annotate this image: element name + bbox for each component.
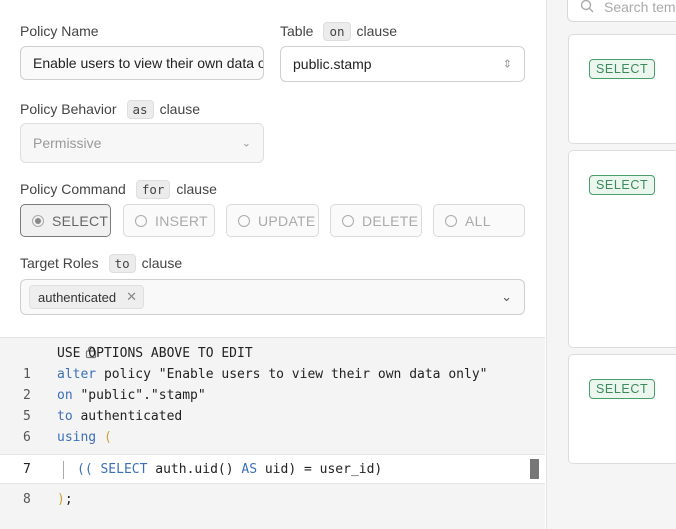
radio-icon bbox=[135, 214, 147, 227]
radio-icon bbox=[342, 214, 354, 227]
radio-icon bbox=[445, 214, 457, 227]
select-badge: SELECT bbox=[589, 59, 656, 79]
role-chip: authenticated ✕ bbox=[29, 285, 144, 309]
template-card[interactable]: SELECT bbox=[568, 34, 676, 144]
code-line: 6 using ( bbox=[23, 430, 112, 445]
behavior-label: Policy Behavior as clause bbox=[20, 99, 201, 119]
editor-notice: USE OPTIONS ABOVE TO EDIT bbox=[0, 343, 545, 364]
template-card[interactable]: SELECT bbox=[568, 354, 676, 464]
command-label: Policy Command for clause bbox=[20, 179, 217, 199]
chevron-up-down-icon: ⇕ bbox=[502, 58, 512, 71]
roles-label: Target Roles to clause bbox=[20, 253, 183, 273]
scrollbar-thumb[interactable] bbox=[530, 459, 539, 479]
policy-name-input[interactable]: Enable users to view their own data only bbox=[20, 46, 264, 80]
target-roles-select[interactable]: authenticated ✕ ⌄ bbox=[20, 279, 525, 315]
indent-guide bbox=[63, 461, 64, 479]
code-line: 2 on "public"."stamp" bbox=[23, 388, 206, 403]
radio-icon bbox=[238, 214, 250, 227]
as-keyword-badge: as bbox=[126, 99, 154, 119]
search-icon bbox=[580, 0, 594, 16]
policy-name-label: Policy Name bbox=[20, 23, 99, 39]
template-search-input[interactable]: Search templates bbox=[567, 0, 676, 22]
command-option-insert[interactable]: INSERT bbox=[123, 204, 215, 237]
to-keyword-badge: to bbox=[108, 253, 136, 273]
template-card[interactable]: SELECT bbox=[568, 150, 676, 348]
table-label: Table on clause bbox=[280, 21, 397, 41]
remove-chip-icon[interactable]: ✕ bbox=[126, 289, 137, 305]
active-code-line[interactable]: 7 (( SELECT auth.uid() AS uid) = user_id… bbox=[0, 454, 545, 484]
code-line: 8 ); bbox=[23, 492, 73, 507]
command-option-update[interactable]: UPDATE bbox=[226, 204, 319, 237]
sql-editor[interactable]: USE OPTIONS ABOVE TO EDIT 1 alter policy… bbox=[0, 337, 545, 529]
table-select[interactable]: public.stamp ⇕ bbox=[280, 46, 525, 82]
code-line: 1 alter policy "Enable users to view the… bbox=[23, 367, 488, 382]
radio-selected-icon bbox=[32, 214, 44, 227]
behavior-select[interactable]: Permissive ⌄ bbox=[20, 123, 264, 163]
command-option-select[interactable]: SELECT bbox=[20, 204, 111, 237]
policy-editor-panel: Policy Name Enable users to view their o… bbox=[0, 0, 545, 529]
on-keyword-badge: on bbox=[323, 21, 351, 41]
templates-sidebar: Search templates SELECT SELECT SELECT bbox=[546, 0, 676, 529]
select-badge: SELECT bbox=[589, 379, 656, 399]
code-line: 5 to authenticated bbox=[23, 409, 183, 424]
chevron-down-icon: ⌄ bbox=[501, 289, 512, 304]
command-option-delete[interactable]: DELETE bbox=[330, 204, 422, 237]
chevron-down-icon: ⌄ bbox=[241, 137, 251, 150]
for-keyword-badge: for bbox=[135, 179, 171, 199]
select-badge: SELECT bbox=[589, 175, 656, 195]
command-option-all[interactable]: ALL bbox=[433, 204, 525, 237]
